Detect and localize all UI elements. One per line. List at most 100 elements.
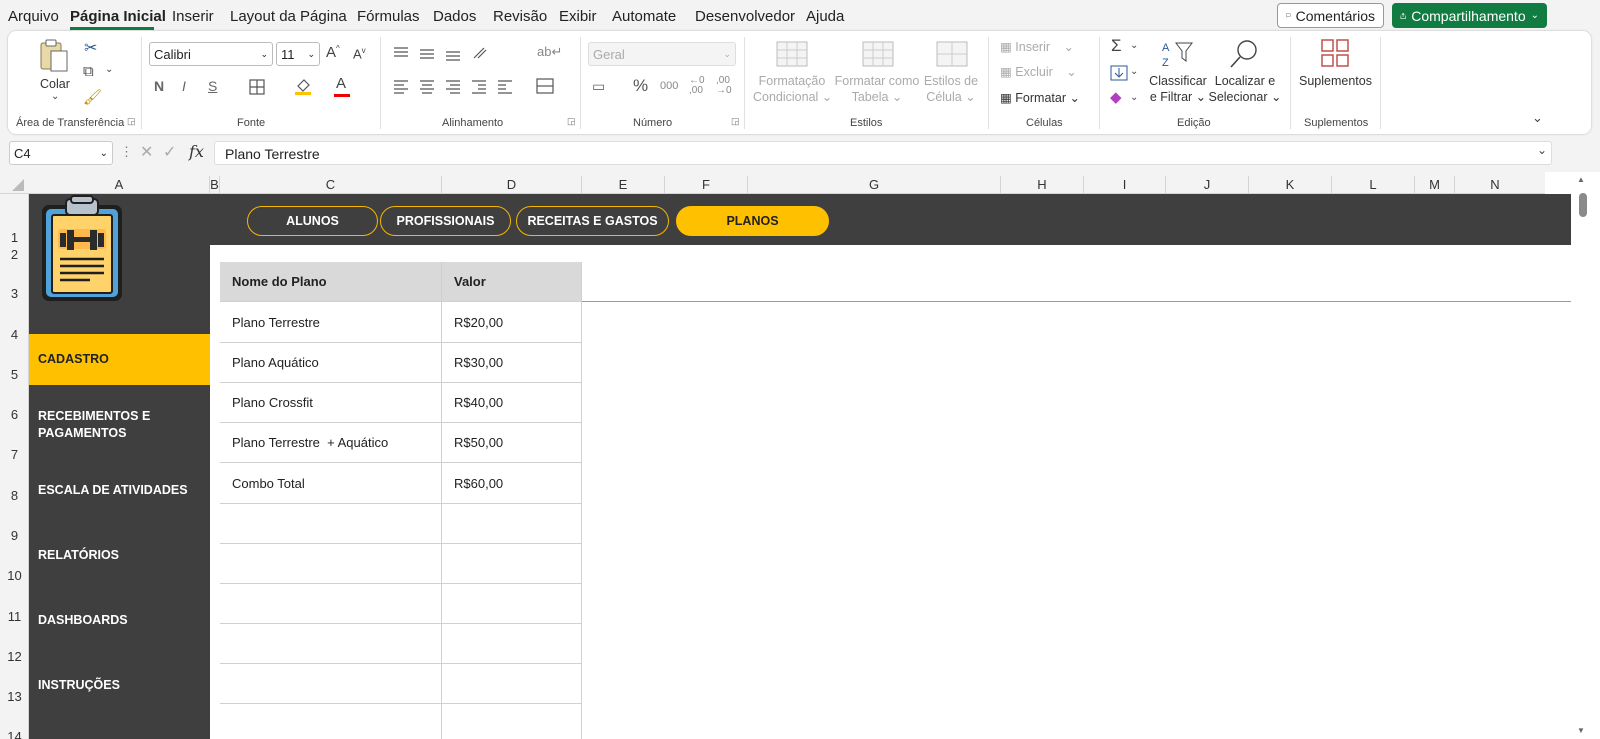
table-cell-plan-name[interactable]: Plano Terrestre xyxy=(220,302,442,343)
row-header-1[interactable]: 1 xyxy=(0,228,29,245)
menu-exibir[interactable]: Exibir xyxy=(559,8,597,25)
table-cell-plan-value[interactable]: R$20,00 xyxy=(442,302,582,343)
row-header-2[interactable]: 2 xyxy=(0,245,29,262)
table-cell-empty[interactable] xyxy=(442,704,582,739)
enter-icon[interactable]: ✓ xyxy=(163,142,176,162)
sidebar-item-cadastro[interactable]: CADASTRO xyxy=(29,334,210,385)
table-cell-empty[interactable] xyxy=(442,544,582,584)
column-header-a[interactable]: A xyxy=(29,176,210,194)
formula-input[interactable]: Plano Terrestre xyxy=(214,141,1552,165)
row-header-11[interactable]: 11 xyxy=(0,607,29,624)
cell-styles-icon[interactable] xyxy=(936,41,968,67)
row-header-4[interactable]: 4 xyxy=(0,325,29,342)
scroll-up-arrow-icon[interactable]: ▲ xyxy=(1577,175,1585,184)
expand-formula-icon[interactable]: ⌄ xyxy=(1537,143,1547,157)
conditional-formatting-button[interactable]: Formatação Condicional ⌄ xyxy=(753,73,832,105)
row-header-7[interactable]: 7 xyxy=(0,445,29,462)
tab-receitas-e-gastos[interactable]: RECEITAS E GASTOS xyxy=(516,206,669,236)
paste-chevron-icon[interactable]: ⌄ xyxy=(51,91,59,102)
delete-cells-button[interactable]: ▦ Excluir ⌄ xyxy=(1000,64,1077,80)
insert-function-icon[interactable]: fx xyxy=(189,142,204,161)
eraser-icon[interactable]: ◆ xyxy=(1110,88,1122,106)
menu-dados[interactable]: Dados xyxy=(433,8,476,25)
add-ins-button[interactable]: Suplementos xyxy=(1299,73,1372,89)
menu-arquivo[interactable]: Arquivo xyxy=(8,8,59,25)
font-color-icon[interactable]: A xyxy=(336,75,346,92)
copy-icon[interactable]: ⧉ xyxy=(83,63,94,80)
menu-inserir[interactable]: Inserir xyxy=(172,8,214,25)
dialog-launcher-icon[interactable]: ◲ xyxy=(127,116,136,127)
column-header-b[interactable]: B xyxy=(210,176,220,194)
horizontal-align-icons[interactable] xyxy=(392,78,522,96)
increase-decimal-icon[interactable]: ←0,00 xyxy=(689,76,705,96)
table-cell-plan-value[interactable]: R$60,00 xyxy=(442,463,582,504)
table-cell-empty[interactable] xyxy=(220,504,442,544)
wrap-text-icon[interactable]: ab↵ xyxy=(537,44,562,60)
column-header-e[interactable]: E xyxy=(582,176,665,194)
menu-formulas[interactable]: Fórmulas xyxy=(357,8,420,25)
conditional-formatting-icon[interactable] xyxy=(776,41,808,67)
row-header-12[interactable]: 12 xyxy=(0,647,29,664)
select-all-icon[interactable] xyxy=(11,178,25,192)
column-header-j[interactable]: J xyxy=(1166,176,1249,194)
column-header-h[interactable]: H xyxy=(1001,176,1084,194)
tab-planos[interactable]: PLANOS xyxy=(676,206,829,236)
table-cell-plan-name[interactable]: Plano Terrestre + Aquático xyxy=(220,423,442,463)
collapse-ribbon-icon[interactable]: ⌄ xyxy=(1532,110,1543,126)
table-header-nome-do-plano[interactable]: Nome do Plano xyxy=(220,262,442,302)
format-painter-icon[interactable]: 🖌 xyxy=(83,88,102,106)
table-cell-plan-name[interactable]: Plano Crossfit xyxy=(220,383,442,423)
sidebar-item-relatorios[interactable]: RELATÓRIOS xyxy=(29,545,210,565)
format-as-table-button[interactable]: Formatar como Tabela ⌄ xyxy=(834,73,920,105)
scrollbar-track[interactable] xyxy=(1571,172,1600,739)
chevron-down-icon[interactable]: ⌄ xyxy=(1130,66,1138,77)
table-header-valor[interactable]: Valor xyxy=(442,262,582,302)
comments-button[interactable]: Comentários xyxy=(1277,3,1384,28)
table-cell-plan-value[interactable]: R$40,00 xyxy=(442,383,582,423)
column-header-g[interactable]: G xyxy=(748,176,1001,194)
sidebar-item-escala-de-atividades[interactable]: ESCALA DE ATIVIDADES xyxy=(29,480,210,500)
format-cells-button[interactable]: ▦ Formatar ⌄ xyxy=(1000,90,1080,106)
percent-icon[interactable]: % xyxy=(633,76,648,96)
chevron-down-icon[interactable]: ⌄ xyxy=(1130,92,1138,103)
chevron-down-icon[interactable]: ⌄ xyxy=(1130,40,1138,51)
row-header-6[interactable]: 6 xyxy=(0,405,29,422)
column-header-f[interactable]: F xyxy=(665,176,748,194)
decrease-decimal-icon[interactable]: ,00 →0 xyxy=(716,76,732,96)
number-format-select[interactable]: Geral ⌄ xyxy=(588,42,736,66)
font-name-select[interactable]: Calibri ⌄ xyxy=(149,42,273,66)
format-as-table-icon[interactable] xyxy=(862,41,894,67)
scroll-down-arrow-icon[interactable]: ▼ xyxy=(1577,726,1585,735)
accounting-format-icon[interactable]: ▭ xyxy=(592,78,605,95)
tab-profissionais[interactable]: PROFISSIONAIS xyxy=(380,206,511,236)
tab-alunos[interactable]: ALUNOS xyxy=(247,206,378,236)
menu-desenvolvedor[interactable]: Desenvolvedor xyxy=(695,8,795,25)
share-button[interactable]: Compartilhamento ⌄ xyxy=(1392,3,1547,28)
comma-style-icon[interactable]: 000 xyxy=(660,80,678,92)
row-header-14[interactable]: 14 xyxy=(0,727,29,739)
sort-filter-button[interactable]: Classificar e Filtrar ⌄ xyxy=(1148,73,1208,105)
table-cell-plan-name[interactable]: Combo Total xyxy=(220,463,442,504)
merge-cells-icon[interactable] xyxy=(535,77,555,95)
column-header-k[interactable]: K xyxy=(1249,176,1332,194)
bold-button[interactable]: N xyxy=(154,78,164,94)
more-options-icon[interactable]: ⋮ xyxy=(120,144,133,160)
dialog-launcher-icon[interactable]: ◲ xyxy=(567,116,576,127)
autosum-icon[interactable]: Σ xyxy=(1111,36,1122,56)
dialog-launcher-icon[interactable]: ◲ xyxy=(731,116,740,127)
menu-revisao[interactable]: Revisão xyxy=(493,8,547,25)
name-box[interactable]: C4 ⌄ xyxy=(9,141,113,165)
column-header-c[interactable]: C xyxy=(220,176,442,194)
menu-layout-da-pagina[interactable]: Layout da Página xyxy=(230,8,347,25)
sidebar-item-recebimentos-e-pagamentos[interactable]: RECEBIMENTOS E PAGAMENTOS xyxy=(29,404,179,446)
table-cell-empty[interactable] xyxy=(442,504,582,544)
row-header-13[interactable]: 13 xyxy=(0,687,29,704)
table-cell-empty[interactable] xyxy=(220,704,442,739)
scrollbar-thumb[interactable] xyxy=(1579,193,1587,217)
decrease-font-icon[interactable]: Av xyxy=(353,46,366,61)
row-header-8[interactable]: 8 xyxy=(0,486,29,503)
column-header-i[interactable]: I xyxy=(1084,176,1166,194)
table-cell-empty[interactable] xyxy=(220,584,442,624)
row-header-3[interactable]: 3 xyxy=(0,284,29,301)
menu-ajuda[interactable]: Ajuda xyxy=(806,8,844,25)
